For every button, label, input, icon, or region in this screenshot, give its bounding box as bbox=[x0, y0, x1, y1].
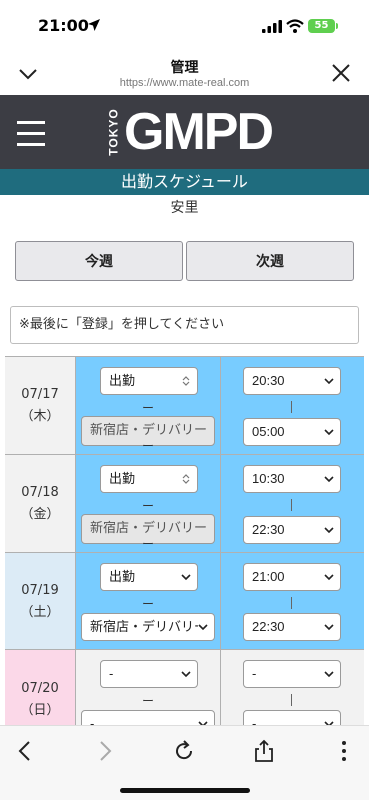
status-select[interactable]: 出勤 bbox=[100, 563, 198, 591]
time-separator bbox=[291, 597, 292, 609]
browser-header: 管理 https://www.mate-real.com bbox=[0, 50, 369, 95]
wifi-icon bbox=[286, 19, 304, 33]
weekday: （土） bbox=[20, 604, 60, 620]
separator: ー bbox=[141, 401, 154, 415]
time-separator bbox=[291, 694, 292, 706]
notice-text: ※最後に「登録」を押してください bbox=[10, 306, 359, 344]
end-time-select[interactable]: 22:30 bbox=[243, 613, 341, 641]
time-cell: 21:00 22:30 bbox=[221, 553, 364, 650]
weekday: （日） bbox=[20, 703, 60, 718]
status-select[interactable]: - bbox=[100, 660, 198, 688]
time-cell: 10:30 22:30 bbox=[221, 455, 364, 553]
battery-tip bbox=[336, 23, 338, 29]
time-cell: - - bbox=[221, 650, 364, 729]
weekday: （金） bbox=[20, 507, 60, 522]
reload-icon[interactable] bbox=[171, 738, 197, 764]
back-icon[interactable] bbox=[12, 738, 38, 764]
end-time-select[interactable]: 05:00 bbox=[243, 418, 341, 446]
date: 07/19 bbox=[21, 582, 59, 598]
logo-sub: TOKYO bbox=[107, 108, 122, 156]
schedule-row: 07/20 （日） - ー - - - bbox=[5, 649, 364, 729]
next-week-button[interactable]: 次週 bbox=[186, 241, 354, 281]
date-cell: 07/19 （土） bbox=[5, 553, 76, 650]
separator: ー bbox=[141, 499, 154, 513]
select-arrows-icon bbox=[182, 474, 190, 484]
status-select[interactable]: 出勤 bbox=[100, 465, 198, 493]
date-cell: 07/17 （木） bbox=[5, 357, 76, 455]
location-arrow-icon bbox=[88, 19, 100, 31]
battery-level: 55 bbox=[314, 20, 329, 31]
store-select[interactable]: 新宿店・デリバリー bbox=[81, 613, 215, 641]
hamburger-menu-icon[interactable] bbox=[17, 121, 47, 147]
close-icon[interactable] bbox=[330, 62, 352, 84]
status-cell: 出勤 ー 新宿店・デリバリー ー bbox=[76, 455, 221, 553]
chevron-down-icon bbox=[324, 671, 334, 678]
status-cell: - ー - bbox=[76, 650, 221, 729]
date: 07/17 bbox=[21, 387, 59, 402]
date-cell: 07/18 （金） bbox=[5, 455, 76, 553]
status-select[interactable]: 出勤 bbox=[100, 367, 198, 395]
date: 07/18 bbox=[21, 485, 59, 500]
home-indicator bbox=[120, 788, 250, 793]
date: 07/20 bbox=[21, 681, 59, 696]
start-time-select[interactable]: 10:30 bbox=[243, 465, 341, 493]
time-cell: 20:30 05:00 bbox=[221, 357, 364, 455]
select-arrows-icon bbox=[182, 376, 190, 386]
start-time-select[interactable]: 20:30 bbox=[243, 367, 341, 395]
start-time-select[interactable]: - bbox=[243, 660, 341, 688]
status-cell: 出勤 ー 新宿店・デリバリー bbox=[76, 553, 221, 650]
section-title: 出勤スケジュール bbox=[0, 169, 369, 195]
chevron-down-icon bbox=[181, 671, 191, 678]
cellular-signal-icon bbox=[262, 20, 282, 33]
more-icon[interactable] bbox=[331, 738, 357, 764]
schedule-row: 07/18 （金） 出勤 ー 新宿店・デリバリー ー 10:30 22:30 bbox=[5, 454, 364, 553]
chevron-down-icon bbox=[324, 476, 334, 483]
status-cell: 出勤 ー 新宿店・デリバリー ー bbox=[76, 357, 221, 455]
chevron-down-icon bbox=[324, 574, 334, 581]
page-title: 管理 bbox=[170, 60, 199, 76]
chevron-down-icon bbox=[181, 574, 191, 581]
battery-icon: 55 bbox=[308, 19, 335, 33]
status-bar: 21:00 55 bbox=[0, 0, 369, 50]
end-time-select[interactable]: 22:30 bbox=[243, 516, 341, 544]
this-week-button[interactable]: 今週 bbox=[15, 241, 183, 281]
forward-icon[interactable] bbox=[92, 738, 118, 764]
person-name: 安里 bbox=[170, 200, 199, 216]
share-icon[interactable] bbox=[251, 738, 277, 764]
separator: ー bbox=[141, 439, 154, 453]
chevron-down-icon bbox=[324, 378, 334, 385]
chevron-down-icon bbox=[324, 624, 334, 631]
separator: ー bbox=[141, 694, 154, 708]
schedule-row: 07/19 （土） 出勤 ー 新宿店・デリバリー 21:00 22:30 bbox=[5, 552, 364, 650]
time-separator bbox=[291, 401, 292, 413]
chevron-down-icon bbox=[324, 429, 334, 436]
chevron-down-icon bbox=[324, 527, 334, 534]
schedule-row: 07/17 （木） 出勤 ー 新宿店・デリバリー ー 20:30 05:00 bbox=[5, 356, 364, 455]
site-logo[interactable]: GMPD bbox=[124, 103, 274, 161]
separator: ー bbox=[141, 537, 154, 551]
chevron-down-icon bbox=[198, 621, 208, 633]
time-separator bbox=[291, 499, 292, 511]
status-time: 21:00 bbox=[38, 16, 89, 35]
date-cell: 07/20 （日） bbox=[5, 650, 76, 729]
weekday: （木） bbox=[20, 409, 60, 424]
page-url: https://www.mate-real.com bbox=[119, 77, 250, 89]
start-time-select[interactable]: 21:00 bbox=[243, 563, 341, 591]
separator: ー bbox=[141, 597, 154, 611]
